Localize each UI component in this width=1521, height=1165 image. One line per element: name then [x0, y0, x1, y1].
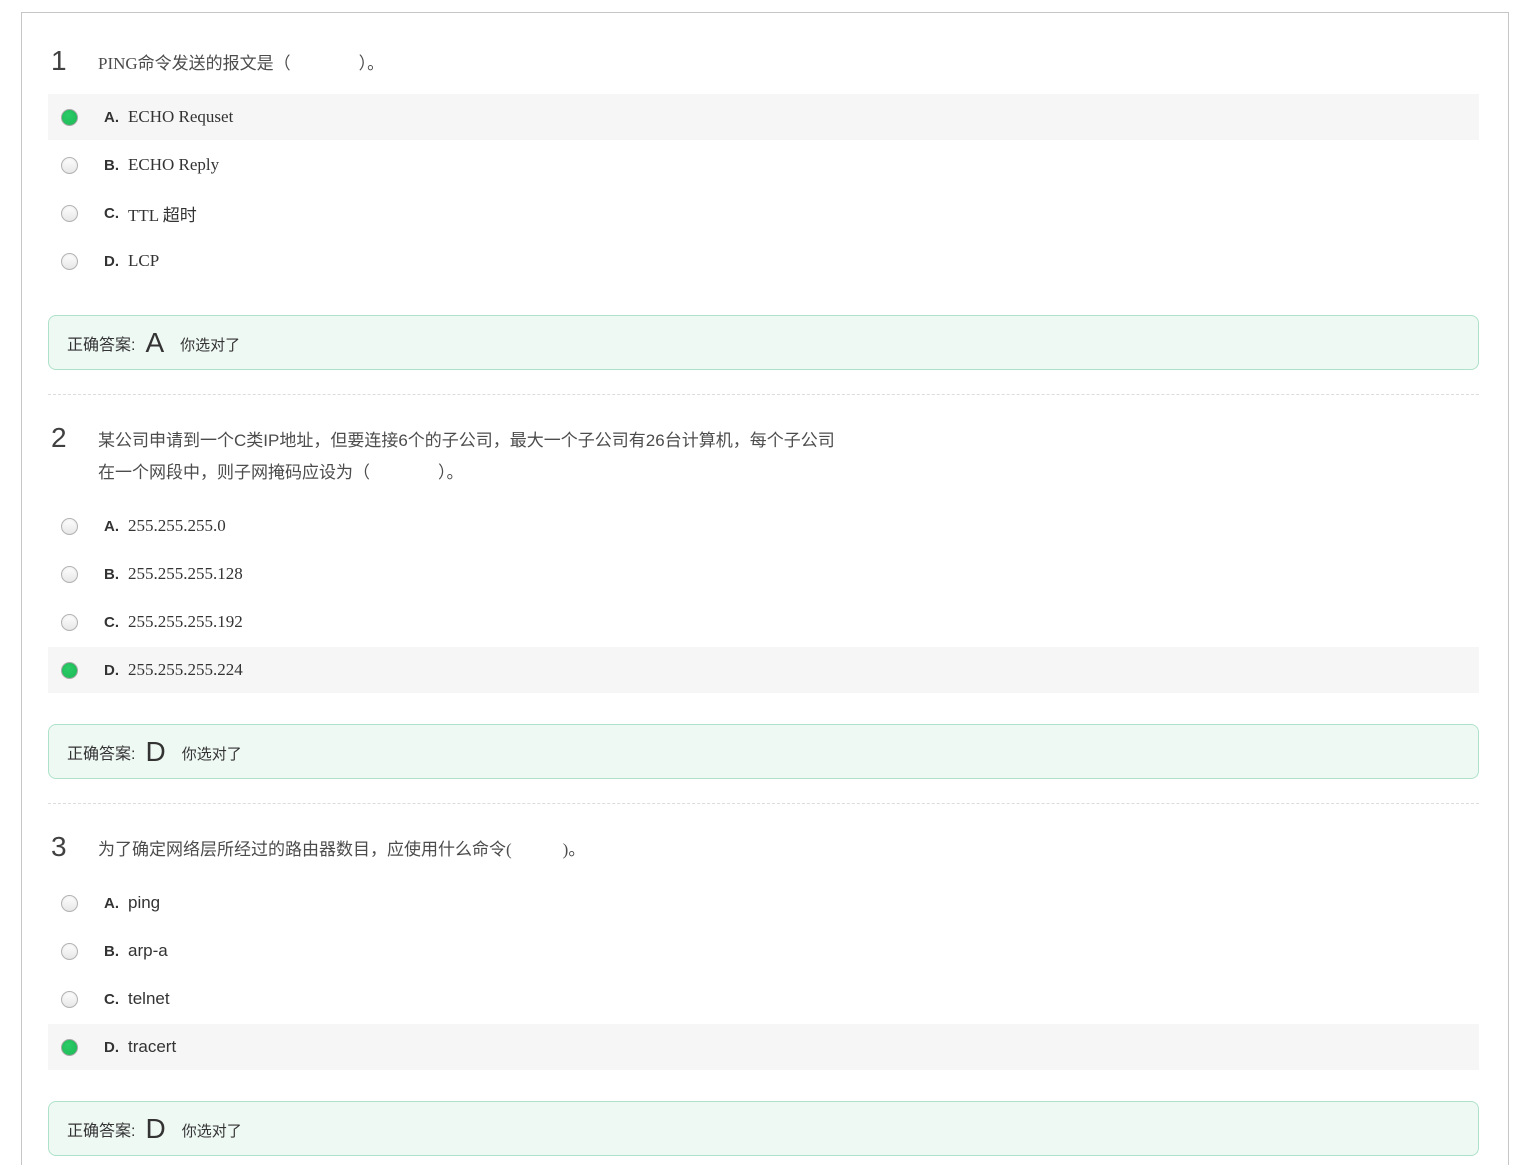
question-block: 3 为了确定网络层所经过的路由器数目，应使用什么命令( )。 A. ping B…: [22, 832, 1508, 1156]
option-row[interactable]: D. LCP: [48, 238, 1479, 284]
radio-button-selected[interactable]: [61, 1039, 78, 1056]
option-letter: B.: [104, 943, 119, 960]
question-divider: [48, 394, 1479, 395]
options-list: A. ping B. arp-a C. telnet D. tracert: [48, 880, 1479, 1070]
question-number: 2: [51, 423, 98, 453]
option-text: ECHO Requset: [128, 107, 233, 127]
question-header: 1 PING命令发送的报文是（ ）。: [22, 46, 1508, 80]
option-row[interactable]: B. ECHO Reply: [48, 142, 1479, 188]
correct-answer-box: 正确答案: D 你选对了: [48, 1101, 1479, 1156]
option-text: tracert: [128, 1037, 176, 1057]
correct-answer-box: 正确答案: D 你选对了: [48, 724, 1479, 779]
option-text: 255.255.255.0: [128, 516, 226, 536]
option-row[interactable]: C. TTL 超时: [48, 190, 1479, 236]
option-letter: D.: [104, 253, 119, 270]
question-divider: [48, 803, 1479, 804]
question-text: 为了确定网络层所经过的路由器数目，应使用什么命令( )。: [98, 832, 585, 866]
answer-letter: D: [145, 1115, 165, 1143]
radio-button[interactable]: [61, 895, 78, 912]
option-text: LCP: [128, 251, 159, 271]
answer-result: 你选对了: [182, 1117, 242, 1141]
option-letter: D.: [104, 1039, 119, 1056]
option-row[interactable]: B. 255.255.255.128: [48, 551, 1479, 597]
question-number: 1: [51, 46, 98, 76]
answer-letter: D: [145, 738, 165, 766]
radio-button[interactable]: [61, 253, 78, 270]
options-list: A. ECHO Requset B. ECHO Reply C. TTL 超时 …: [48, 94, 1479, 284]
answer-result: 你选对了: [180, 331, 240, 355]
radio-button[interactable]: [61, 157, 78, 174]
option-row[interactable]: A. ECHO Requset: [48, 94, 1479, 140]
option-text: ECHO Reply: [128, 155, 219, 175]
radio-button[interactable]: [61, 614, 78, 631]
option-letter: B.: [104, 157, 119, 174]
options-list: A. 255.255.255.0 B. 255.255.255.128 C. 2…: [48, 503, 1479, 693]
answer-result: 你选对了: [182, 740, 242, 764]
option-row[interactable]: C. telnet: [48, 976, 1479, 1022]
option-row[interactable]: A. 255.255.255.0: [48, 503, 1479, 549]
option-letter: A.: [104, 518, 119, 535]
radio-button-selected[interactable]: [61, 109, 78, 126]
radio-button[interactable]: [61, 991, 78, 1008]
radio-button-selected[interactable]: [61, 662, 78, 679]
question-text: PING命令发送的报文是（ ）。: [98, 46, 384, 80]
question-block: 2 某公司申请到一个C类IP地址，但要连接6个的子公司，最大一个子公司有26台计…: [22, 423, 1508, 779]
option-row[interactable]: D. 255.255.255.224: [48, 647, 1479, 693]
option-letter: B.: [104, 566, 119, 583]
option-row[interactable]: A. ping: [48, 880, 1479, 926]
option-letter: A.: [104, 109, 119, 126]
option-text: 255.255.255.128: [128, 564, 243, 584]
answer-label: 正确答案:: [67, 1117, 135, 1141]
option-text: ping: [128, 893, 160, 913]
question-header: 2 某公司申请到一个C类IP地址，但要连接6个的子公司，最大一个子公司有26台计…: [22, 423, 1508, 489]
option-row[interactable]: C. 255.255.255.192: [48, 599, 1479, 645]
answer-label: 正确答案:: [67, 740, 135, 764]
option-letter: A.: [104, 895, 119, 912]
question-number: 3: [51, 832, 98, 862]
option-text: telnet: [128, 989, 170, 1009]
option-row[interactable]: B. arp-a: [48, 928, 1479, 974]
correct-answer-box: 正确答案: A 你选对了: [48, 315, 1479, 370]
answer-label: 正确答案:: [67, 331, 135, 355]
option-letter: C.: [104, 205, 119, 222]
option-text: 255.255.255.224: [128, 660, 243, 680]
question-block: 1 PING命令发送的报文是（ ）。 A. ECHO Requset B. EC…: [22, 46, 1508, 370]
option-text: arp-a: [128, 941, 168, 961]
radio-button[interactable]: [61, 205, 78, 222]
option-letter: C.: [104, 991, 119, 1008]
option-text: TTL 超时: [128, 201, 197, 226]
option-letter: D.: [104, 662, 119, 679]
option-letter: C.: [104, 614, 119, 631]
question-header: 3 为了确定网络层所经过的路由器数目，应使用什么命令( )。: [22, 832, 1508, 866]
question-text: 某公司申请到一个C类IP地址，但要连接6个的子公司，最大一个子公司有26台计算机…: [98, 423, 838, 489]
option-row[interactable]: D. tracert: [48, 1024, 1479, 1070]
radio-button[interactable]: [61, 518, 78, 535]
quiz-results-page: 1 PING命令发送的报文是（ ）。 A. ECHO Requset B. EC…: [21, 12, 1509, 1165]
answer-letter: A: [145, 329, 164, 357]
radio-button[interactable]: [61, 566, 78, 583]
radio-button[interactable]: [61, 943, 78, 960]
option-text: 255.255.255.192: [128, 612, 243, 632]
